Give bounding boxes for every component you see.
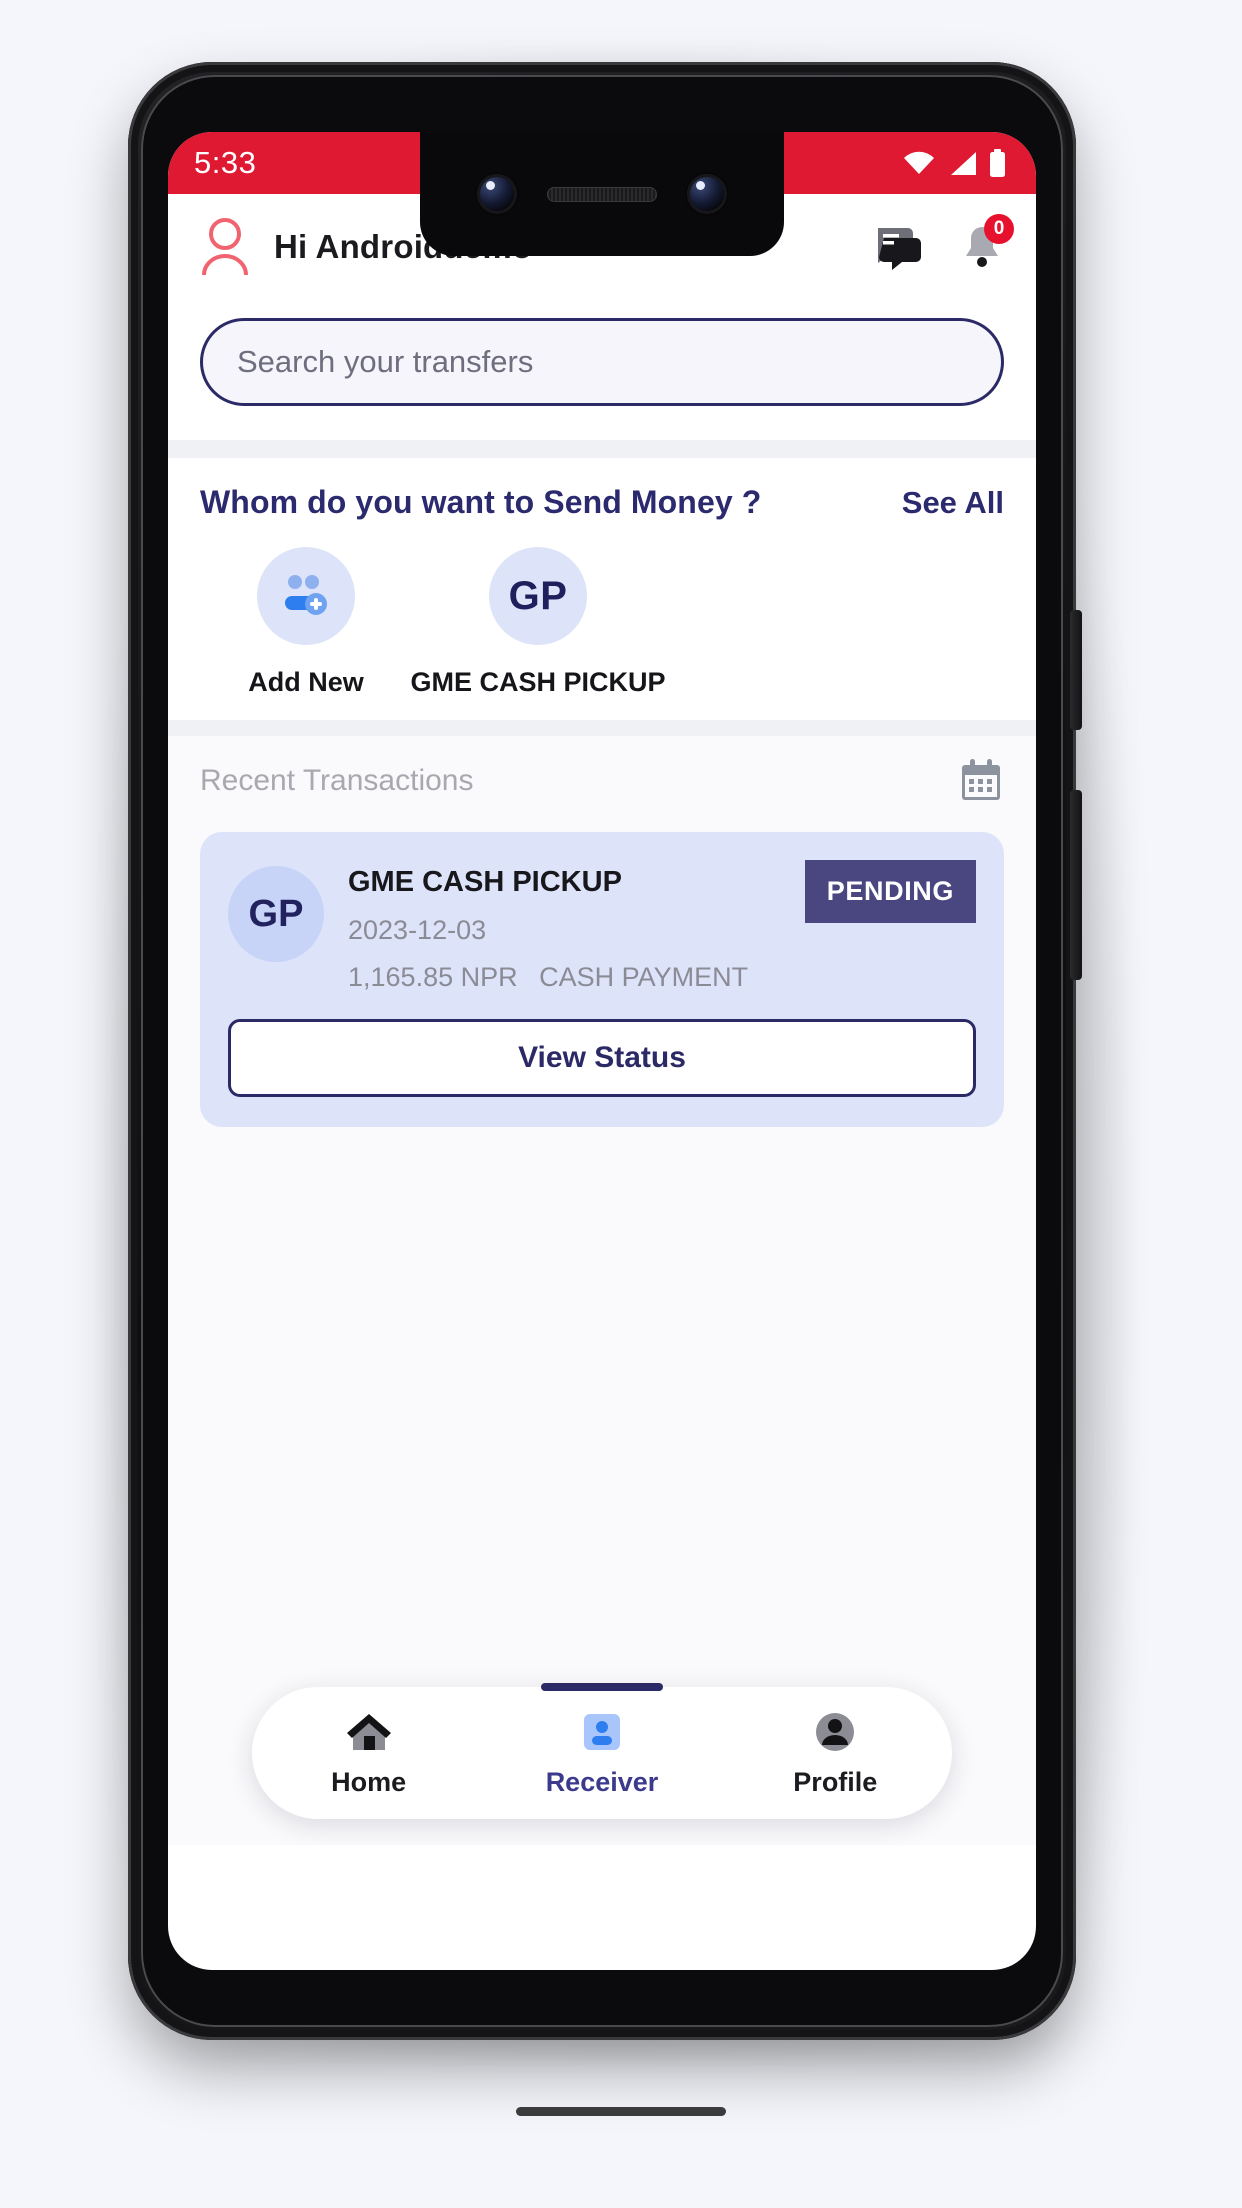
recent-transactions-section: Recent Transactions GP GME CASH PICKUP 2… [168,736,1036,1127]
phone-screen: 5:33 Hi Androiddemo 0 Search your transf… [168,132,1036,1970]
nav-label: Profile [793,1766,878,1797]
wifi-icon [904,151,934,174]
nav-label: Home [331,1766,407,1797]
volume-button[interactable] [1070,790,1082,980]
transaction-amount: 1,165.85 NPR [348,962,518,992]
transaction-amount-row: 1,165.85 NPR CASH PAYMENT [348,962,781,993]
battery-icon [990,149,1005,177]
search-placeholder: Search your transfers [237,344,534,379]
search-input[interactable]: Search your transfers [200,318,1004,406]
nav-label: Receiver [545,1766,659,1797]
add-new-circle [257,547,355,645]
see-all-link[interactable]: See All [902,485,1004,521]
contact-add-new[interactable]: Add New [206,547,406,698]
contact-gme-cash-pickup[interactable]: GP GME CASH PICKUP [410,547,666,698]
transaction-info: GME CASH PICKUP 2023-12-03 1,165.85 NPR … [348,860,781,993]
gesture-home-bar[interactable] [516,2107,726,2116]
earpiece-speaker [547,186,657,202]
transaction-date: 2023-12-03 [348,915,487,945]
search-section: Search your transfers [168,300,1036,440]
section-divider-2 [168,720,1036,736]
send-money-header: Whom do you want to Send Money ? See All [200,484,1004,521]
view-status-button[interactable]: View Status [228,1019,976,1097]
nav-item-receiver[interactable]: Receiver [502,1683,702,1819]
contact-label: GME CASH PICKUP [410,667,666,697]
chat-bubble-icon [878,228,921,270]
receiver-person-icon [583,1713,620,1750]
signal-icon [951,151,976,175]
send-money-section: Whom do you want to Send Money ? See All [168,458,1036,720]
home-icon [346,1713,391,1750]
contacts-list: Add New GP GME CASH PICKUP [200,547,1004,698]
contact-avatar: GP [489,547,587,645]
person-outline-icon[interactable] [198,217,252,277]
header-actions: 0 [874,214,1014,272]
contact-label: Add New [248,667,364,697]
status-badge: PENDING [804,860,976,923]
front-camera-icon [477,174,517,214]
transaction-initials: GP [248,892,304,935]
status-time: 5:33 [194,145,257,180]
transaction-row: GP GME CASH PICKUP 2023-12-03 1,165.85 N… [228,860,976,993]
bottom-navigation: Home Receiver Profile [252,1683,952,1819]
transaction-avatar: GP [228,866,324,962]
nav-item-home[interactable]: Home [269,1687,469,1819]
screenshot-scene: 5:33 Hi Androiddemo 0 Search your transf… [0,0,1242,2208]
display-notch [420,132,784,256]
transaction-receiver-name: GME CASH PICKUP [348,866,622,898]
transaction-card[interactable]: GP GME CASH PICKUP 2023-12-03 1,165.85 N… [200,832,1004,1127]
section-divider [168,440,1036,458]
nav-item-profile[interactable]: Profile [735,1687,935,1819]
status-icon-group [903,149,1006,177]
send-money-title: Whom do you want to Send Money ? [200,484,762,520]
bottom-nav-area: Home Receiver Profile [168,1683,1036,1845]
chat-button[interactable] [874,222,922,272]
notifications-button[interactable]: 0 [958,214,1014,272]
recent-transactions-title: Recent Transactions [200,764,474,797]
add-person-icon [285,575,327,615]
calendar-icon[interactable] [958,758,1004,804]
profile-person-icon [816,1712,855,1751]
notification-badge: 0 [984,214,1014,244]
nav-active-indicator [540,1683,663,1691]
recent-transactions-header: Recent Transactions [200,758,1004,804]
front-camera-secondary-icon [687,174,727,214]
content-filler [168,1127,1036,1687]
power-button[interactable] [1070,610,1082,730]
transaction-method: CASH PAYMENT [539,962,749,992]
contact-initials: GP [508,573,568,618]
